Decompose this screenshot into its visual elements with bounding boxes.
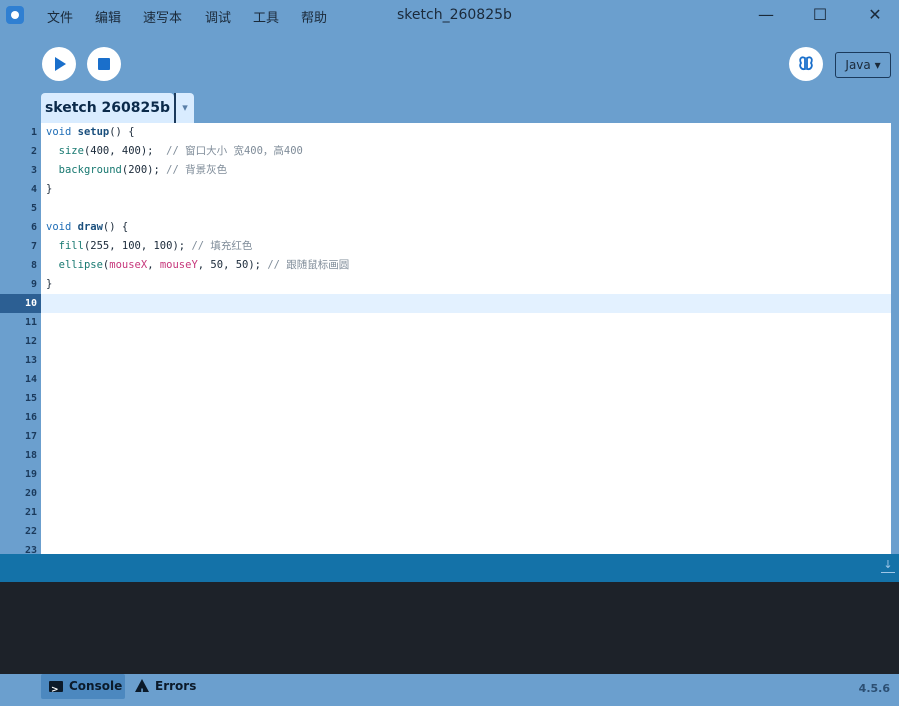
line-number: 5 (30, 203, 37, 214)
menu-file[interactable]: 文件 (47, 7, 73, 26)
line-number: 19 (24, 469, 37, 480)
footer-bar: Console Errors 4.5.6 (0, 674, 899, 706)
line-number: 6 (30, 222, 37, 233)
menu-sketch[interactable]: 速写本 (143, 7, 182, 26)
line-number: 11 (24, 317, 37, 328)
menu-help[interactable]: 帮助 (301, 7, 327, 26)
line-number: 17 (24, 431, 37, 442)
line-number: 22 (24, 526, 37, 537)
title-bar: 文件 编辑 速写本 调试 工具 帮助 sketch_260825b — ☐ ✕ (0, 0, 899, 32)
line-number: 2 (30, 146, 37, 157)
line-number: 7 (30, 241, 37, 252)
line-number: 18 (24, 450, 37, 461)
line-number: 20 (24, 488, 37, 499)
console-divider[interactable]: ↓ (0, 554, 899, 582)
line-number: 23 (24, 545, 37, 554)
line-number: 4 (30, 184, 37, 195)
mode-selector[interactable]: Java ▾ (835, 52, 891, 78)
tab-sketch[interactable]: sketch 260825b (41, 93, 174, 123)
line-number: 8 (30, 260, 37, 271)
warning-icon (135, 679, 149, 706)
run-button[interactable] (42, 47, 76, 81)
stop-button[interactable] (87, 47, 121, 81)
code-editor[interactable]: void setup() { size(400, 400); // 窗口大小 宽… (41, 123, 891, 554)
line-number: 9 (30, 279, 37, 290)
line-number: 21 (24, 507, 37, 518)
line-number: 1 (30, 127, 37, 138)
tab-menu-button[interactable]: ▾ (174, 93, 194, 123)
console-output[interactable] (0, 582, 899, 674)
butterfly-icon (799, 56, 813, 71)
line-number: 3 (30, 165, 37, 176)
line-number: 16 (24, 412, 37, 423)
menu-debug[interactable]: 调试 (205, 7, 231, 26)
editor-scrollbar[interactable] (891, 123, 899, 554)
collapse-console-icon[interactable]: ↓ (881, 558, 895, 573)
code-line-2: size(400, 400); // 窗口大小 宽400，高400 (58, 145, 303, 157)
debugger-button[interactable] (789, 47, 823, 81)
code-line-8: ellipse(mouseX, mouseY, 50, 50); // 跟随鼠标… (58, 259, 350, 271)
line-number: 14 (24, 374, 37, 385)
line-number: 15 (24, 393, 37, 404)
code-line-7: fill(255, 100, 100); // 填充红色 (58, 240, 253, 252)
menu-tools[interactable]: 工具 (253, 7, 279, 26)
maximize-button[interactable]: ☐ (805, 4, 835, 26)
code-line-9: } (46, 278, 53, 290)
code-line-6: void draw() { (46, 221, 129, 233)
line-number-gutter: 1 2 3 4 5 6 7 8 9 10 11 12 13 14 15 16 17 18 19 20 21 22 23 (0, 123, 41, 554)
window-title: sketch_260825b (397, 7, 512, 23)
menu-edit[interactable]: 编辑 (95, 7, 121, 26)
code-line-1: void setup() { (46, 126, 135, 138)
errors-tab[interactable]: Errors (132, 674, 202, 706)
version-label: 4.5.6 (858, 682, 890, 695)
processing-logo-icon (6, 6, 24, 24)
line-number: 10 (0, 294, 41, 313)
code-line-4: } (46, 183, 53, 195)
line-number: 12 (24, 336, 37, 347)
current-line-highlight (41, 294, 891, 313)
line-number: 13 (24, 355, 37, 366)
console-tab[interactable]: Console (41, 674, 125, 703)
terminal-icon (49, 678, 63, 703)
minimize-button[interactable]: — (751, 4, 781, 26)
close-button[interactable]: ✕ (860, 4, 890, 26)
errors-tab-label: Errors (155, 679, 197, 693)
code-line-3: background(200); // 背景灰色 (58, 164, 228, 176)
console-tab-label: Console (69, 679, 123, 693)
